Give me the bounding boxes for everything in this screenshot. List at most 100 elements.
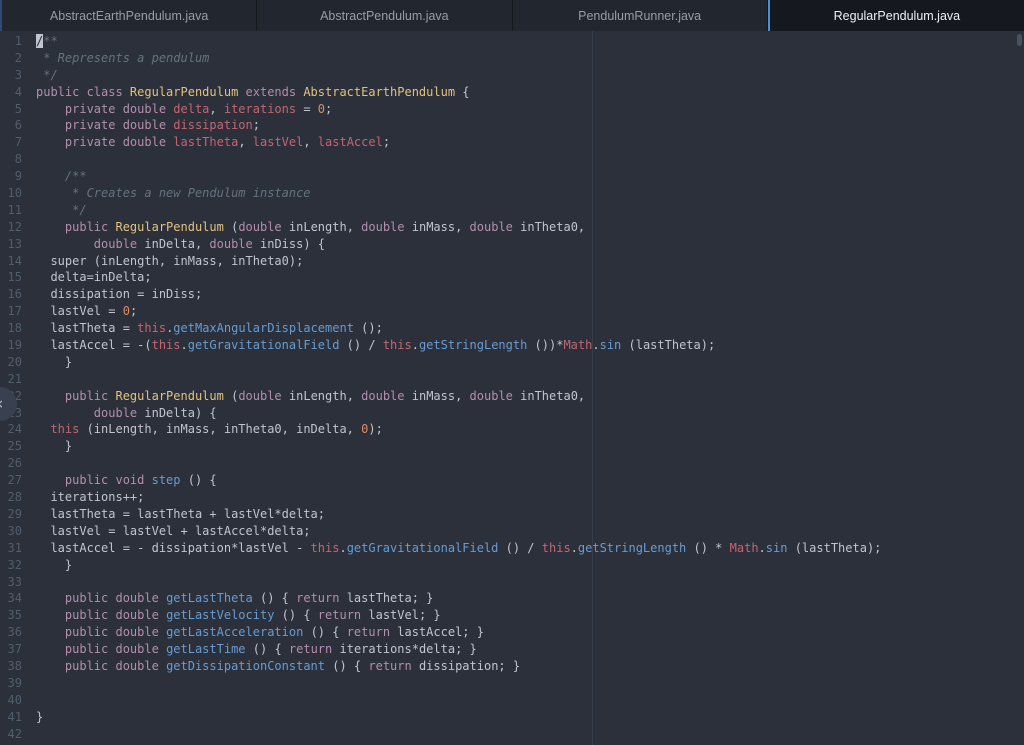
tab-abstract-pendulum[interactable]: AbstractPendulum.java <box>257 0 512 31</box>
code-line[interactable]: 11 */ <box>0 202 1024 219</box>
tab-pendulum-runner[interactable]: PendulumRunner.java <box>513 0 768 31</box>
code-line-text: public double getLastAcceleration () { r… <box>22 624 484 641</box>
code-line[interactable]: 31 lastAccel = - dissipation*lastVel - t… <box>0 540 1024 557</box>
line-number: 14 <box>0 253 22 270</box>
code-line[interactable]: 17 lastVel = 0; <box>0 303 1024 320</box>
code-line[interactable]: 24 this (inLength, inMass, inTheta0, inD… <box>0 421 1024 438</box>
code-line[interactable]: 10 * Creates a new Pendulum instance <box>0 185 1024 202</box>
code-line[interactable]: 18 lastTheta = this.getMaxAngularDisplac… <box>0 320 1024 337</box>
line-number: 15 <box>0 269 22 286</box>
line-number: 31 <box>0 540 22 557</box>
code-line[interactable]: 41} <box>0 709 1024 726</box>
code-line[interactable]: 14 super (inLength, inMass, inTheta0); <box>0 253 1024 270</box>
code-line-text: } <box>22 709 43 726</box>
code-line-text: public double getDissipationConstant () … <box>22 658 520 675</box>
code-line-text: public RegularPendulum (double inLength,… <box>22 219 585 236</box>
line-number: 19 <box>0 337 22 354</box>
line-number: 6 <box>0 117 22 134</box>
line-number: 33 <box>0 574 22 591</box>
line-number: 27 <box>0 472 22 489</box>
line-number: 28 <box>0 489 22 506</box>
code-line[interactable]: 4public class RegularPendulum extends Ab… <box>0 84 1024 101</box>
line-number: 20 <box>0 354 22 371</box>
code-line[interactable]: 25 } <box>0 438 1024 455</box>
code-line[interactable]: 13 double inDelta, double inDiss) { <box>0 236 1024 253</box>
code-line[interactable]: 37 public double getLastTime () { return… <box>0 641 1024 658</box>
code-line[interactable]: 30 lastVel = lastVel + lastAccel*delta; <box>0 523 1024 540</box>
line-number: 16 <box>0 286 22 303</box>
code-line[interactable]: 42 <box>0 726 1024 743</box>
code-line[interactable]: 33 <box>0 574 1024 591</box>
code-line[interactable]: 39 <box>0 675 1024 692</box>
tab-regular-pendulum[interactable]: RegularPendulum.java <box>768 0 1024 31</box>
code-line-text: } <box>22 438 72 455</box>
chevron-left-icon: ‹ <box>0 394 3 414</box>
code-line-text: public double getLastTheta () { return l… <box>22 590 433 607</box>
code-line-text: */ <box>22 202 87 219</box>
code-line[interactable]: 26 <box>0 455 1024 472</box>
code-line-text: lastAccel = - dissipation*lastVel - this… <box>22 540 881 557</box>
code-line-text <box>22 371 36 388</box>
code-line[interactable]: 1/** <box>0 33 1024 50</box>
code-line[interactable]: 16 dissipation = inDiss; <box>0 286 1024 303</box>
tab-label: AbstractEarthPendulum.java <box>50 9 208 23</box>
code-line[interactable]: 29 lastTheta = lastTheta + lastVel*delta… <box>0 506 1024 523</box>
code-line-text <box>22 675 36 692</box>
code-line-text: private double delta, iterations = 0; <box>22 101 332 118</box>
tab-abstract-earth-pendulum[interactable]: AbstractEarthPendulum.java <box>2 0 257 31</box>
code-line[interactable]: 15 delta=inDelta; <box>0 269 1024 286</box>
code-line-text: */ <box>22 67 58 84</box>
line-number: 13 <box>0 236 22 253</box>
code-line[interactable]: 22 public RegularPendulum (double inLeng… <box>0 388 1024 405</box>
line-number: 40 <box>0 692 22 709</box>
line-number: 39 <box>0 675 22 692</box>
line-number: 21 <box>0 371 22 388</box>
code-line[interactable]: 35 public double getLastVelocity () { re… <box>0 607 1024 624</box>
line-number: 38 <box>0 658 22 675</box>
line-number: 29 <box>0 506 22 523</box>
code-line[interactable]: 6 private double dissipation; <box>0 117 1024 134</box>
code-line[interactable]: 19 lastAccel = -(this.getGravitationalFi… <box>0 337 1024 354</box>
code-line-text: public RegularPendulum (double inLength,… <box>22 388 585 405</box>
code-editor[interactable]: 1/**2 * Represents a pendulum3 */4public… <box>0 31 1024 745</box>
line-number: 10 <box>0 185 22 202</box>
code-line[interactable]: 23 double inDelta) { <box>0 405 1024 422</box>
code-line[interactable]: 3 */ <box>0 67 1024 84</box>
code-line[interactable]: 12 public RegularPendulum (double inLeng… <box>0 219 1024 236</box>
code-line-text: private double dissipation; <box>22 117 260 134</box>
line-number: 8 <box>0 151 22 168</box>
code-line-text: } <box>22 557 72 574</box>
line-number: 24 <box>0 421 22 438</box>
code-line[interactable]: 5 private double delta, iterations = 0; <box>0 101 1024 118</box>
line-number: 37 <box>0 641 22 658</box>
code-line-text: } <box>22 354 72 371</box>
line-number: 26 <box>0 455 22 472</box>
code-line[interactable]: 38 public double getDissipationConstant … <box>0 658 1024 675</box>
code-line[interactable]: 27 public void step () { <box>0 472 1024 489</box>
line-number: 9 <box>0 168 22 185</box>
tab-bar: AbstractEarthPendulum.java AbstractPendu… <box>0 0 1024 31</box>
code-line-text: this (inLength, inMass, inTheta0, inDelt… <box>22 421 383 438</box>
code-line-text: double inDelta) { <box>22 405 217 422</box>
code-line-text: /** <box>22 168 87 185</box>
code-line-text <box>22 692 36 709</box>
tab-label: PendulumRunner.java <box>578 9 701 23</box>
code-line[interactable]: 21 <box>0 371 1024 388</box>
code-line[interactable]: 40 <box>0 692 1024 709</box>
line-number: 17 <box>0 303 22 320</box>
code-line[interactable]: 32 } <box>0 557 1024 574</box>
code-line[interactable]: 28 iterations++; <box>0 489 1024 506</box>
code-line[interactable]: 20 } <box>0 354 1024 371</box>
code-line[interactable]: 8 <box>0 151 1024 168</box>
code-line[interactable]: 34 public double getLastTheta () { retur… <box>0 590 1024 607</box>
code-line[interactable]: 2 * Represents a pendulum <box>0 50 1024 67</box>
code-line[interactable]: 36 public double getLastAcceleration () … <box>0 624 1024 641</box>
code-line-text <box>22 574 36 591</box>
code-line[interactable]: 9 /** <box>0 168 1024 185</box>
line-number: 12 <box>0 219 22 236</box>
code-line[interactable]: 7 private double lastTheta, lastVel, las… <box>0 134 1024 151</box>
vertical-scrollbar-thumb[interactable] <box>1017 34 1022 46</box>
code-line-text: public double getLastTime () { return it… <box>22 641 477 658</box>
line-number: 2 <box>0 50 22 67</box>
code-line-text: lastTheta = this.getMaxAngularDisplaceme… <box>22 320 383 337</box>
